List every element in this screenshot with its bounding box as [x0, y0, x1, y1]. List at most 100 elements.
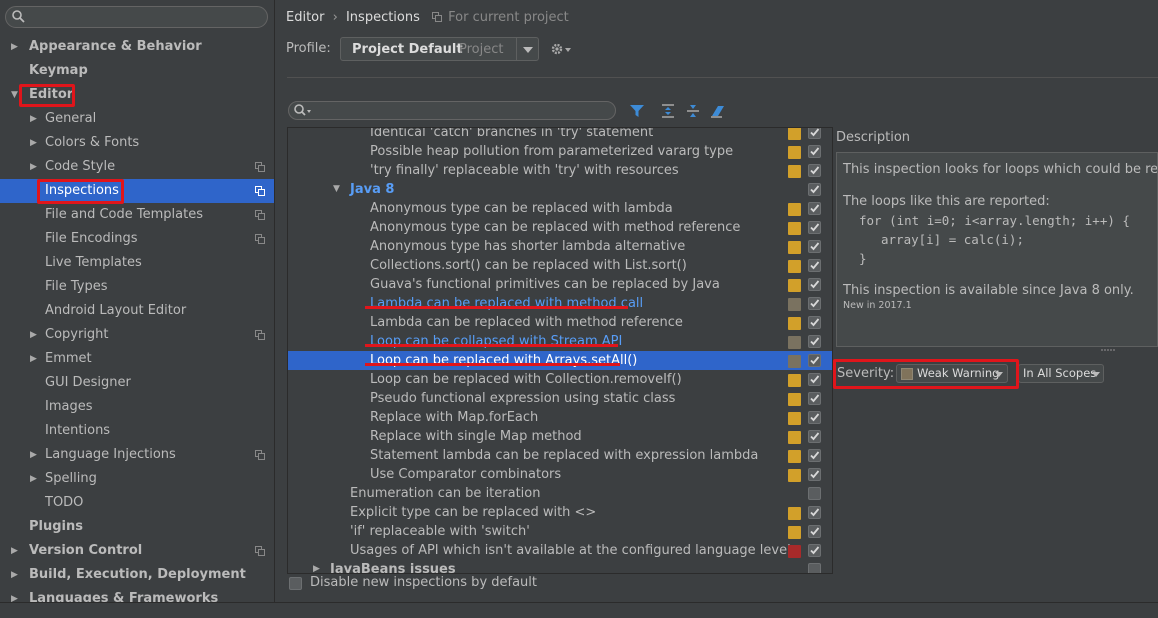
inspection-row[interactable]: Loop can be collapsed with Stream API: [288, 332, 832, 351]
inspection-checkbox[interactable]: [808, 449, 821, 462]
inspection-row[interactable]: Anonymous type has shorter lambda altern…: [288, 237, 832, 256]
inspection-checkbox[interactable]: [808, 297, 821, 310]
inspection-row[interactable]: Lambda can be replaced with method refer…: [288, 313, 832, 332]
inspection-row[interactable]: Replace with single Map method: [288, 427, 832, 446]
settings-search-input[interactable]: [5, 6, 268, 28]
inspection-row[interactable]: Replace with Map.forEach: [288, 408, 832, 427]
inspection-checkbox[interactable]: [808, 202, 821, 215]
sidebar-item-images[interactable]: Images: [0, 395, 274, 419]
inspection-checkbox[interactable]: [808, 468, 821, 481]
breadcrumb-editor[interactable]: Editor: [286, 10, 324, 25]
sidebar-item-android-layout-editor[interactable]: Android Layout Editor: [0, 299, 274, 323]
sidebar-item-gui-designer[interactable]: GUI Designer: [0, 371, 274, 395]
sidebar-item-code-style[interactable]: ▶ Code Style: [0, 155, 274, 179]
sidebar-item-language-injections[interactable]: ▶ Language Injections: [0, 443, 274, 467]
sidebar-item-build-execution[interactable]: ▶ Build, Execution, Deployment: [0, 563, 274, 587]
inspection-checkbox[interactable]: [808, 354, 821, 367]
inspection-checkbox[interactable]: [808, 335, 821, 348]
inspection-checkbox[interactable]: [808, 128, 821, 139]
chevron-right-icon[interactable]: ▶: [11, 539, 21, 563]
sidebar-item-todo[interactable]: TODO: [0, 491, 274, 515]
inspection-row[interactable]: Possible heap pollution from parameteriz…: [288, 142, 832, 161]
inspection-row[interactable]: 'if' replaceable with 'switch': [288, 522, 832, 541]
scope-dropdown[interactable]: In All Scopes: [1018, 364, 1104, 383]
inspection-row[interactable]: Collections.sort() can be replaced with …: [288, 256, 832, 275]
inspection-search-input[interactable]: [288, 101, 616, 120]
chevron-right-icon[interactable]: ▶: [30, 347, 40, 371]
inspection-checkbox[interactable]: [808, 259, 821, 272]
sidebar-item-file-code-templates[interactable]: File and Code Templates: [0, 203, 274, 227]
inspection-row[interactable]: Loop can be replaced with Arrays.setAll(…: [288, 351, 832, 370]
inspection-row[interactable]: Enumeration can be iteration: [288, 484, 832, 503]
inspection-checkbox[interactable]: [808, 145, 821, 158]
sidebar-item-file-encodings[interactable]: File Encodings: [0, 227, 274, 251]
chevron-right-icon[interactable]: ▶: [30, 323, 40, 347]
reset-eraser-icon[interactable]: [710, 103, 726, 119]
chevron-right-icon[interactable]: ▶: [11, 35, 21, 59]
sidebar-item-intentions[interactable]: Intentions: [0, 419, 274, 443]
gear-icon[interactable]: [550, 41, 572, 57]
inspection-row[interactable]: Anonymous type can be replaced with lamb…: [288, 199, 832, 218]
inspection-row[interactable]: Usages of API which isn't available at t…: [288, 541, 832, 560]
sidebar-item-general[interactable]: ▶ General: [0, 107, 274, 131]
filter-icon[interactable]: [629, 103, 645, 119]
profile-dropdown[interactable]: Project Default Project: [340, 37, 539, 61]
inspection-row[interactable]: Pseudo functional expression using stati…: [288, 389, 832, 408]
description-text: The loops like this are reported:: [843, 194, 1050, 209]
inspection-checkbox[interactable]: [808, 544, 821, 557]
inspection-row[interactable]: Use Comparator combinators: [288, 465, 832, 484]
inspection-checkbox[interactable]: [808, 183, 821, 196]
inspection-checkbox[interactable]: [808, 316, 821, 329]
expand-all-icon[interactable]: [660, 103, 676, 119]
chevron-right-icon[interactable]: ▶: [313, 560, 320, 573]
inspection-label: Explicit type can be replaced with <>: [350, 505, 597, 520]
inspection-checkbox[interactable]: [808, 430, 821, 443]
inspection-checkbox[interactable]: [808, 525, 821, 538]
chevron-right-icon[interactable]: ▶: [30, 443, 40, 467]
sidebar-item-plugins[interactable]: Plugins: [0, 515, 274, 539]
resize-grip-icon[interactable]: [1101, 348, 1115, 352]
inspection-row[interactable]: Identical 'catch' branches in 'try' stat…: [288, 128, 832, 142]
chevron-right-icon[interactable]: ▶: [30, 467, 40, 491]
sidebar-item-emmet[interactable]: ▶ Emmet: [0, 347, 274, 371]
disable-new-inspections-checkbox[interactable]: [289, 577, 302, 590]
inspection-checkbox[interactable]: [808, 506, 821, 519]
inspection-checkbox[interactable]: [808, 411, 821, 424]
sidebar-item-live-templates[interactable]: Live Templates: [0, 251, 274, 275]
chevron-right-icon[interactable]: ▶: [11, 563, 21, 587]
inspection-row[interactable]: Loop can be replaced with Collection.rem…: [288, 370, 832, 389]
chevron-right-icon[interactable]: ▶: [11, 587, 21, 602]
inspection-label: Loop can be replaced with Collection.rem…: [370, 372, 682, 387]
inspection-row[interactable]: 'try finally' replaceable with 'try' wit…: [288, 161, 832, 180]
inspection-checkbox[interactable]: [808, 240, 821, 253]
sidebar-item-spelling[interactable]: ▶ Spelling: [0, 467, 274, 491]
inspection-row[interactable]: Guava's functional primitives can be rep…: [288, 275, 832, 294]
inspection-checkbox[interactable]: [808, 487, 821, 500]
sidebar-item-colors-fonts[interactable]: ▶ Colors & Fonts: [0, 131, 274, 155]
collapse-all-icon[interactable]: [685, 103, 701, 119]
chevron-right-icon[interactable]: ▶: [30, 155, 40, 179]
inspection-row[interactable]: Anonymous type can be replaced with meth…: [288, 218, 832, 237]
sidebar-item-copyright[interactable]: ▶ Copyright: [0, 323, 274, 347]
inspection-checkbox[interactable]: [808, 392, 821, 405]
inspection-checkbox[interactable]: [808, 221, 821, 234]
inspection-row[interactable]: Statement lambda can be replaced with ex…: [288, 446, 832, 465]
chevron-down-icon[interactable]: ▼: [333, 180, 340, 199]
sidebar-item-version-control[interactable]: ▶ Version Control: [0, 539, 274, 563]
inspection-row[interactable]: Lambda can be replaced with method call: [288, 294, 832, 313]
inspection-checkbox[interactable]: [808, 278, 821, 291]
sidebar-item-file-types[interactable]: File Types: [0, 275, 274, 299]
inspection-checkbox[interactable]: [808, 164, 821, 177]
sidebar-item-keymap[interactable]: Keymap: [0, 59, 274, 83]
inspection-label: Replace with single Map method: [370, 429, 582, 444]
sidebar-item-appearance[interactable]: ▶ Appearance & Behavior: [0, 35, 274, 59]
sidebar-item-languages-frameworks[interactable]: ▶ Languages & Frameworks: [0, 587, 274, 602]
inspection-checkbox[interactable]: [808, 563, 821, 573]
sidebar-item-label: Android Layout Editor: [45, 303, 187, 318]
chevron-right-icon[interactable]: ▶: [30, 107, 40, 131]
chevron-right-icon[interactable]: ▶: [30, 131, 40, 155]
inspection-row[interactable]: Explicit type can be replaced with <>: [288, 503, 832, 522]
tree-group-row[interactable]: ▶ JavaBeans issues: [288, 560, 832, 573]
inspection-checkbox[interactable]: [808, 373, 821, 386]
tree-group-row[interactable]: ▼ Java 8: [288, 180, 832, 199]
